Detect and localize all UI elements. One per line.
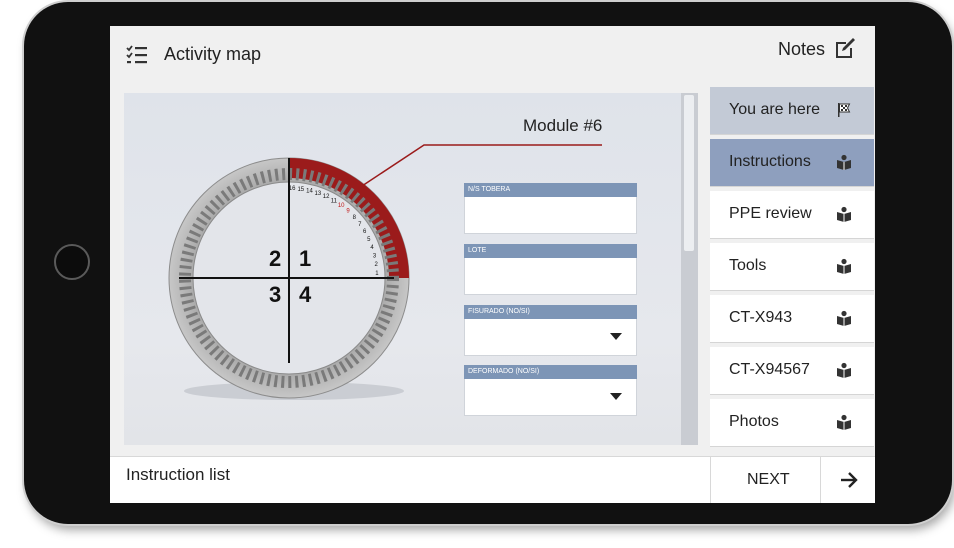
quadrant-4: 4 — [299, 282, 312, 307]
top-bar: Activity map Notes — [110, 26, 875, 84]
sidebar-item-instructions[interactable]: Instructions — [710, 139, 874, 187]
field-label: LOTE — [464, 244, 637, 258]
field-label: FISURADO (NO/SI) — [464, 305, 637, 319]
quadrant-1: 1 — [299, 246, 311, 271]
field-label: N/S TOBERA — [464, 183, 637, 197]
deformado-select[interactable] — [464, 379, 637, 416]
sidebar-item-ct-x943[interactable]: CT-X943 — [710, 295, 874, 343]
sidebar-item-label: PPE review — [729, 205, 812, 222]
fisurado-select[interactable] — [464, 319, 637, 356]
lote-input[interactable] — [464, 258, 637, 295]
bottom-bar: Instruction list NEXT — [110, 456, 875, 503]
blade-number-label: 10 — [338, 203, 345, 209]
sidebar-item-label: CT-X943 — [729, 309, 793, 326]
book-reader-icon — [837, 310, 851, 326]
module-label: Module #6 — [523, 116, 603, 135]
sidebar-item-label: Tools — [729, 257, 767, 274]
field-lote[interactable]: LOTE — [464, 244, 637, 295]
field-label: DEFORMADO (NO/SI) — [464, 365, 637, 379]
blade-number-label: 14 — [306, 188, 313, 194]
notes-label: Notes — [777, 38, 825, 59]
instruction-list-title: Instruction list — [126, 465, 230, 484]
blade-number-label: 16 — [289, 186, 296, 192]
book-reader-icon — [837, 206, 851, 222]
home-button[interactable] — [54, 244, 90, 280]
flag-icon — [838, 103, 851, 117]
sidebar-item-label: You are here — [729, 101, 821, 118]
sidebar-item-tools[interactable]: Tools — [710, 243, 874, 291]
book-reader-icon — [837, 414, 851, 430]
sidebar-item-ct-x94567[interactable]: CT-X94567 — [710, 347, 874, 395]
scrollbar-thumb[interactable] — [684, 95, 694, 251]
notes-button[interactable]: Notes — [778, 38, 857, 60]
next-arrow-button[interactable] — [820, 457, 875, 503]
arrow-right-icon — [841, 472, 858, 488]
field-ns-tobera[interactable]: N/S TOBERA — [464, 183, 637, 234]
sidebar-item-you-are-here[interactable]: You are here — [710, 87, 874, 135]
field-deformado[interactable]: DEFORMADO (NO/SI) — [464, 365, 637, 416]
blade-number-label: 15 — [297, 187, 304, 193]
activity-sidebar: You are here Instructions PPE review Too… — [710, 87, 874, 451]
ns-tobera-input[interactable] — [464, 197, 637, 234]
book-reader-icon — [837, 258, 851, 274]
book-reader-icon — [837, 154, 851, 170]
page-title: Activity map — [164, 44, 262, 64]
sidebar-item-label: Photos — [729, 413, 779, 430]
quadrant-2: 2 — [269, 246, 281, 271]
blade-number-label: 13 — [315, 191, 322, 197]
next-button[interactable]: NEXT — [710, 457, 821, 503]
blade-number-label: 11 — [331, 198, 338, 204]
app-screen: Activity map Notes 2 1 3 4 16 15 14 13 12 11 — [110, 26, 875, 503]
checklist-icon — [126, 45, 147, 64]
sidebar-item-label: CT-X94567 — [729, 361, 810, 378]
next-button-label: NEXT — [747, 471, 790, 488]
blade-number-label: 12 — [323, 194, 330, 200]
edit-icon — [836, 38, 855, 58]
sidebar-item-ppe-review[interactable]: PPE review — [710, 191, 874, 239]
quadrant-3: 3 — [269, 282, 281, 307]
book-reader-icon — [837, 362, 851, 378]
dropdown-arrow-icon — [610, 333, 622, 340]
dropdown-arrow-icon — [610, 393, 622, 400]
field-fisurado[interactable]: FISURADO (NO/SI) — [464, 305, 637, 356]
sidebar-item-photos[interactable]: Photos — [710, 399, 874, 447]
sidebar-item-label: Instructions — [729, 153, 811, 170]
